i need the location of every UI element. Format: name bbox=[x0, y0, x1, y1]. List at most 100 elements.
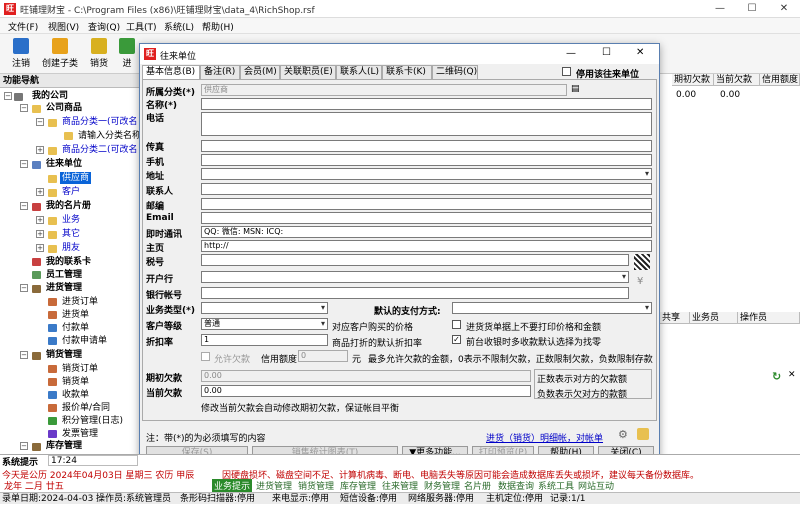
tab-related-staff[interactable]: 关联职员(E) bbox=[280, 65, 336, 79]
status-tab-web[interactable]: 网站互动 bbox=[578, 479, 614, 492]
status-tab-purchase[interactable]: 进货管理 bbox=[256, 479, 292, 492]
phone-field[interactable] bbox=[201, 112, 652, 136]
menu-query[interactable]: 查询(Q) bbox=[88, 20, 120, 33]
pin-icon[interactable]: ✕ bbox=[788, 370, 796, 380]
fax-field[interactable] bbox=[201, 140, 652, 152]
category-field[interactable]: 供应商 bbox=[201, 84, 567, 96]
tools-icon[interactable] bbox=[637, 428, 649, 440]
menu-view[interactable]: 视图(V) bbox=[48, 20, 79, 33]
status-tab-partners[interactable]: 往来管理 bbox=[382, 479, 418, 492]
nav-other[interactable]: 其它 bbox=[62, 228, 80, 240]
nav-payment-request[interactable]: 付款申请单 bbox=[62, 335, 107, 347]
create-subclass-button[interactable]: 创建子类 bbox=[40, 38, 80, 72]
credit-field[interactable]: 0 bbox=[298, 350, 348, 362]
nav-goods-cat1[interactable]: 商品分类一(可改名 bbox=[62, 116, 138, 128]
nav-friends[interactable]: 朋友 bbox=[62, 242, 80, 254]
nav-staff[interactable]: 员工管理 bbox=[46, 269, 82, 281]
paymethod-select[interactable] bbox=[452, 302, 652, 314]
nav-my-company[interactable]: 我的公司 bbox=[32, 90, 68, 102]
nav-supplier[interactable]: 供应商 bbox=[60, 172, 92, 184]
biztype-select[interactable] bbox=[201, 302, 328, 314]
maximize-button[interactable]: ☐ bbox=[736, 0, 768, 18]
account-field[interactable] bbox=[201, 287, 629, 299]
col-current-debt[interactable]: 当前欠款 bbox=[714, 74, 760, 86]
col-initial-debt[interactable]: 期初欠款 bbox=[672, 74, 714, 86]
menu-system[interactable]: 系统(L) bbox=[164, 20, 194, 33]
status-tab-query[interactable]: 数据查询 bbox=[498, 479, 534, 492]
refresh-icon[interactable]: ↻ bbox=[772, 370, 781, 383]
col-credit[interactable]: 信用额度 bbox=[760, 74, 800, 86]
no-print-price-checkbox[interactable] bbox=[452, 320, 461, 329]
init-debt-field[interactable]: 0.00 bbox=[201, 370, 531, 382]
close-button[interactable]: ✕ bbox=[768, 0, 800, 18]
debt-in-odd-checkbox[interactable]: ✓ bbox=[452, 335, 461, 344]
tax-field[interactable] bbox=[201, 254, 629, 266]
category-picker-icon[interactable]: ▤ bbox=[571, 84, 580, 94]
nav-payment[interactable]: 付款单 bbox=[62, 322, 89, 334]
nav-my-card[interactable]: 我的联系卡 bbox=[46, 256, 91, 268]
nav-sales-mgmt[interactable]: 销货管理 bbox=[46, 349, 82, 361]
email-field[interactable] bbox=[201, 212, 652, 224]
contact-field[interactable] bbox=[201, 183, 652, 195]
disable-partner-checkbox[interactable] bbox=[562, 67, 571, 76]
nav-sales-bill[interactable]: 销货单 bbox=[62, 376, 89, 388]
nav-enter-category[interactable]: 请输入分类名称 bbox=[78, 130, 141, 142]
cur-debt-field[interactable]: 0.00 bbox=[201, 385, 531, 397]
im-field[interactable]: QQ: 微信: MSN: ICQ: bbox=[201, 226, 652, 238]
status-tab-sales[interactable]: 销货管理 bbox=[298, 479, 334, 492]
nav-quote-contract[interactable]: 报价单/合同 bbox=[62, 402, 110, 414]
menu-file[interactable]: 文件(F) bbox=[8, 20, 38, 33]
nav-purchase-order[interactable]: 进货订单 bbox=[62, 296, 98, 308]
mobile-field[interactable] bbox=[201, 154, 652, 166]
allow-debt-checkbox[interactable] bbox=[201, 352, 210, 361]
col-operator[interactable]: 操作员 bbox=[738, 312, 800, 324]
tab-contacts[interactable]: 联系人(L) bbox=[336, 65, 382, 79]
nav-company-goods[interactable]: 公司商品 bbox=[46, 102, 82, 114]
status-tab-cards[interactable]: 名片册 bbox=[464, 479, 491, 492]
nav-inventory[interactable]: 库存管理 bbox=[46, 440, 82, 452]
address-select[interactable] bbox=[201, 168, 652, 180]
nav-partners[interactable]: 往来单位 bbox=[46, 158, 82, 170]
settings-icon[interactable]: ⚙ bbox=[618, 428, 628, 441]
level-select[interactable]: 普通 bbox=[201, 318, 328, 330]
status-tab-business[interactable]: 业务提示 bbox=[212, 479, 253, 492]
nav-receipt[interactable]: 收款单 bbox=[62, 389, 89, 401]
sales-button[interactable]: 销货 bbox=[86, 38, 112, 72]
tab-basic-info[interactable]: 基本信息(B) bbox=[142, 65, 200, 79]
discount-field[interactable]: 1 bbox=[201, 334, 328, 346]
dialog-maximize-button[interactable]: ☐ bbox=[602, 47, 611, 58]
menu-help[interactable]: 帮助(H) bbox=[202, 20, 234, 33]
currency-icon[interactable]: ¥ bbox=[637, 276, 643, 287]
status-tab-inventory[interactable]: 库存管理 bbox=[340, 479, 376, 492]
bank-select[interactable] bbox=[201, 271, 629, 283]
minimize-button[interactable]: — bbox=[704, 0, 736, 18]
nav-purchase-mgmt[interactable]: 进货管理 bbox=[46, 282, 82, 294]
nav-business[interactable]: 业务 bbox=[62, 214, 80, 226]
dialog-minimize-button[interactable]: — bbox=[566, 48, 576, 59]
ledger-link[interactable]: 进货（销货）明细帐，对帐单 bbox=[486, 431, 603, 444]
nav-points[interactable]: 积分管理(日志) bbox=[62, 415, 123, 427]
menu-tools[interactable]: 工具(T) bbox=[126, 20, 157, 33]
dialog-close-button[interactable]: ✕ bbox=[636, 47, 644, 58]
name-field[interactable] bbox=[201, 98, 652, 110]
col-salesman[interactable]: 业务员 bbox=[690, 312, 738, 324]
nav-customer[interactable]: 客户 bbox=[62, 186, 80, 198]
nav-purchase-bill[interactable]: 进货单 bbox=[62, 309, 89, 321]
tab-qrcode[interactable]: 二维码(Q) bbox=[432, 65, 478, 79]
im-label: 即时通讯 bbox=[146, 230, 183, 240]
col-shared[interactable]: 共享 bbox=[660, 312, 690, 324]
nav-card-book[interactable]: 我的名片册 bbox=[46, 200, 91, 212]
qrcode-icon[interactable] bbox=[634, 254, 650, 270]
tab-member[interactable]: 会员(M) bbox=[240, 65, 280, 79]
zip-field[interactable] bbox=[201, 198, 652, 210]
purchase-button[interactable]: 进 bbox=[116, 38, 138, 72]
logout-button[interactable]: 注销 bbox=[6, 38, 36, 72]
status-tab-tools[interactable]: 系统工具 bbox=[538, 479, 574, 492]
nav-sales-order[interactable]: 销货订单 bbox=[62, 363, 98, 375]
status-tab-finance[interactable]: 财务管理 bbox=[424, 479, 460, 492]
tab-remark[interactable]: 备注(R) bbox=[200, 65, 240, 79]
nav-invoice[interactable]: 发票管理 bbox=[62, 428, 98, 440]
nav-goods-cat2[interactable]: 商品分类二(可改名 bbox=[62, 144, 138, 156]
tab-contact-card[interactable]: 联系卡(K) bbox=[382, 65, 432, 79]
homepage-field[interactable]: http:// bbox=[201, 240, 652, 252]
